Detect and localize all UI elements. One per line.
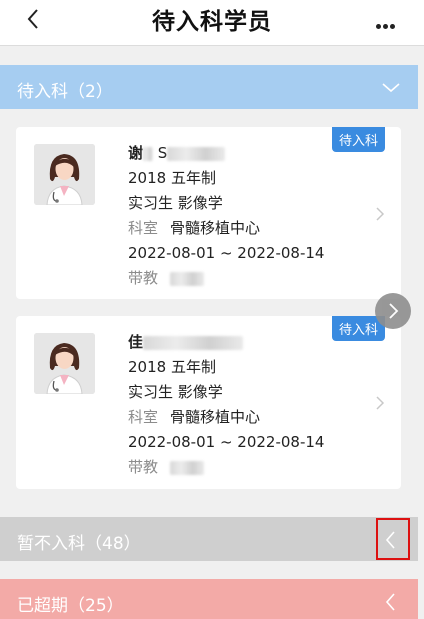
more-dot-icon [390, 24, 395, 29]
chevron-right-icon [376, 396, 385, 410]
section-expired-label: 已超期（25） [17, 596, 124, 616]
chevron-down-icon [382, 83, 400, 93]
redacted-text [143, 335, 244, 350]
student-name-row: 谢 S [128, 141, 324, 166]
more-dot-icon [376, 24, 381, 29]
teacher-row: 带教 [128, 455, 324, 480]
student-info: 佳 2018 五年制 实习生 影像学 科室 骨髓移植中心 2022-08-01 ~… [128, 330, 324, 480]
year-program: 2018 五年制 [128, 358, 216, 376]
chevron-left-icon [385, 593, 395, 611]
page-title: 待入科学员 [152, 9, 272, 35]
teacher-label: 带教 [128, 269, 159, 287]
chevron-right-icon [376, 207, 385, 221]
redacted-text [143, 146, 154, 161]
avatar [34, 144, 95, 205]
page: 待入科学员 待入科（2） 待入科 谢 S 2018 五年制 实习生 影像学 科室… [0, 0, 424, 619]
department-value: 骨髓移植中心 [170, 408, 261, 426]
more-button[interactable] [376, 14, 400, 29]
section-pending-label: 待入科（2） [17, 82, 113, 102]
department-value: 骨髓移植中心 [170, 219, 261, 237]
date-range: 2022-08-01 ~ 2022-08-14 [128, 433, 325, 451]
redacted-text [170, 271, 205, 286]
student-info: 谢 S 2018 五年制 实习生 影像学 科室 骨髓移植中心 2022-08-01… [128, 141, 324, 291]
year-program: 2018 五年制 [128, 169, 216, 187]
department-row: 科室 骨髓移植中心 [128, 216, 324, 241]
department-row: 科室 骨髓移植中心 [128, 405, 324, 430]
student-card[interactable]: 待入科 谢 S 2018 五年制 实习生 影像学 科室 骨髓移植中心 2022-0… [16, 127, 401, 299]
date-range: 2022-08-01 ~ 2022-08-14 [128, 244, 325, 262]
section-not-enter-header[interactable]: 暂不入科（48） [0, 517, 418, 561]
section-pending-header[interactable]: 待入科（2） [0, 65, 418, 109]
doctor-avatar-icon [34, 333, 95, 394]
doctor-avatar-icon [34, 144, 95, 205]
floating-next-button[interactable] [375, 293, 411, 329]
student-name-row: 佳 [128, 330, 324, 355]
section-expired-header[interactable]: 已超期（25） [0, 579, 418, 619]
status-badge: 待入科 [331, 127, 385, 152]
redacted-text [170, 460, 205, 475]
student-card[interactable]: 待入科 佳 2018 五年制 实习生 影像学 科室 骨髓移植中心 2022-08-… [16, 316, 401, 489]
teacher-row: 带教 [128, 266, 324, 291]
chevron-right-icon [389, 303, 399, 319]
avatar [34, 333, 95, 394]
redacted-text [167, 146, 226, 161]
role-major: 实习生 影像学 [128, 194, 223, 212]
department-label: 科室 [128, 408, 159, 426]
student-name: 佳 [128, 333, 144, 351]
more-dot-icon [383, 24, 388, 29]
student-name-suffix: S [157, 144, 168, 162]
highlight-annotation [376, 518, 410, 560]
department-label: 科室 [128, 219, 159, 237]
role-major: 实习生 影像学 [128, 383, 223, 401]
section-not-enter-label: 暂不入科（48） [17, 534, 141, 554]
header-bar: 待入科学员 [0, 0, 424, 46]
teacher-label: 带教 [128, 458, 159, 476]
student-name: 谢 [128, 144, 144, 162]
